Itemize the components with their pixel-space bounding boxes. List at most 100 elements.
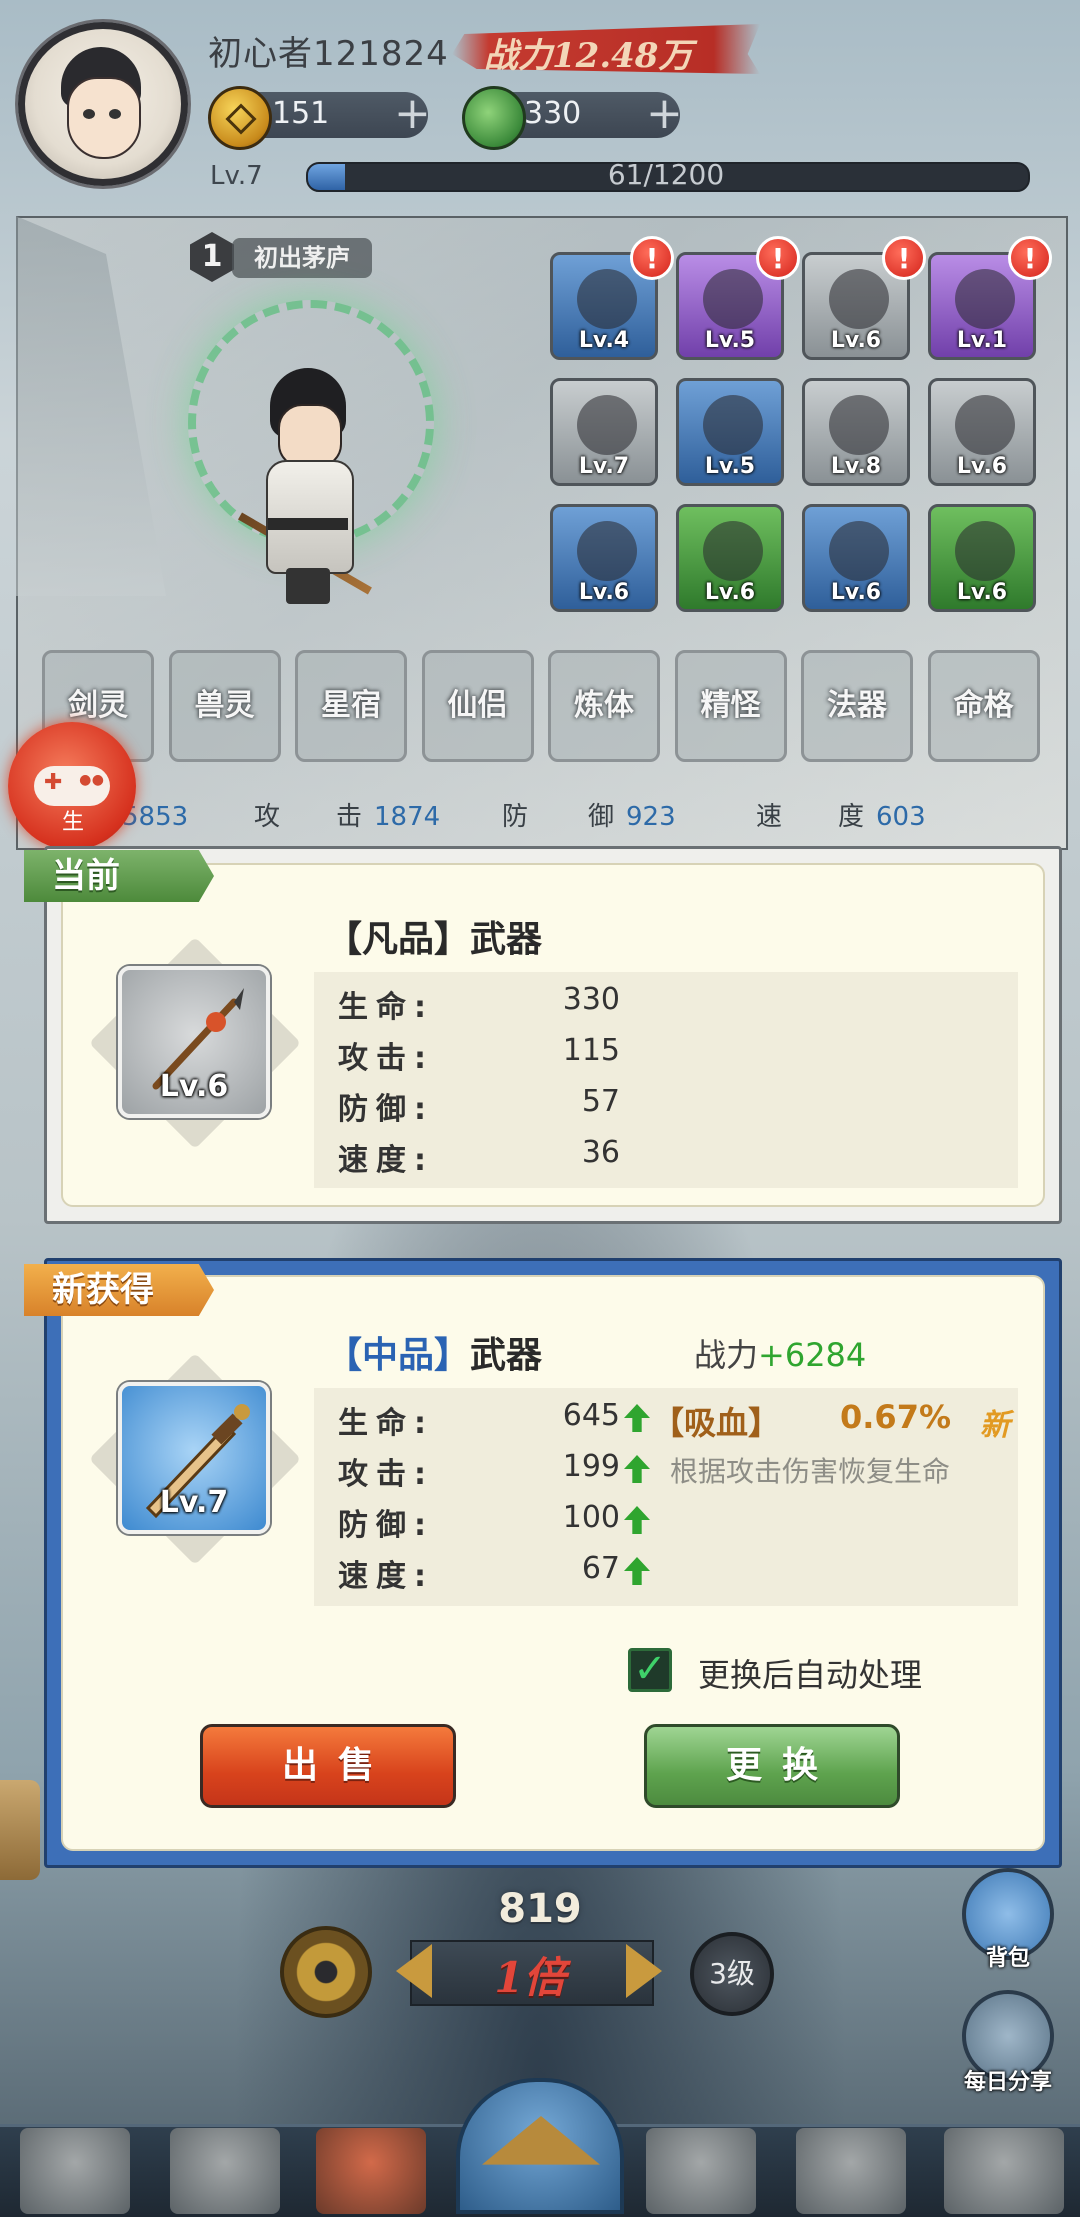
stat-value: 100	[562, 1500, 620, 1535]
equip-slot-level: Lv.6	[704, 580, 756, 605]
auto-process-label: 更换后自动处理	[698, 1656, 923, 1694]
swap-button[interactable]: 更换	[644, 1724, 900, 1808]
nav-temple-icon[interactable]	[170, 2128, 280, 2214]
share-label: 每日分享	[963, 2070, 1052, 2095]
current-item-slot[interactable]: Lv.6	[118, 966, 270, 1118]
add-coin-button[interactable]: +	[394, 92, 431, 136]
affix-value: 0.67%	[840, 1398, 952, 1436]
hero-stat: 攻	[254, 796, 292, 833]
new-item-level: Lv.7	[159, 1485, 229, 1520]
function-button[interactable]: 法器	[801, 650, 913, 762]
stat-label: 防御:	[338, 1508, 434, 1543]
equip-slot-level: Lv.6	[830, 580, 882, 605]
hero-stat-value: 923	[626, 802, 676, 832]
alert-badge: !	[882, 236, 926, 280]
function-button[interactable]: 兽灵	[168, 650, 281, 762]
auto-process-checkbox[interactable]: ✓	[628, 1648, 672, 1692]
tier-button[interactable]: 3级	[690, 1932, 774, 2016]
belt-icon	[577, 521, 637, 581]
current-tag: 当前	[24, 850, 214, 902]
speed-multiplier: 1倍	[494, 1953, 566, 2002]
add-jade-button[interactable]: +	[646, 92, 683, 136]
jade-value: 330	[524, 96, 582, 131]
nav-weapon-icon[interactable]	[316, 2128, 426, 2214]
necklace-icon	[703, 395, 763, 455]
talisman-icon	[955, 269, 1015, 329]
player-avatar[interactable]	[18, 22, 188, 186]
player-level: Lv.7	[210, 161, 263, 191]
hero-stat-label: 度	[838, 802, 865, 832]
hero-stat-label: 攻	[254, 802, 281, 832]
left-side-tab[interactable]	[0, 1780, 40, 1880]
equip-slot[interactable]: Lv.7	[550, 378, 658, 486]
equip-slot-level: Lv.6	[956, 580, 1008, 605]
equip-slot[interactable]: Lv.6	[802, 504, 910, 612]
stat-value: 115	[562, 1033, 620, 1068]
alert-badge: !	[630, 236, 674, 280]
equip-slot[interactable]: Lv.6	[676, 504, 784, 612]
coin-icon	[208, 86, 272, 150]
stat-value: 199	[562, 1449, 620, 1484]
current-item-level: Lv.6	[159, 1069, 229, 1104]
stage-name: 初出茅庐	[232, 238, 372, 278]
new-tag: 新获得	[24, 1264, 214, 1316]
equip-slot[interactable]: Lv.6	[928, 504, 1036, 612]
xp-text: 61/1200	[607, 158, 725, 191]
hero-stat-label: 防	[502, 802, 529, 832]
player-name: 初心者121824	[208, 34, 449, 74]
sell-button[interactable]: 出售	[200, 1724, 456, 1808]
settings-gear-icon[interactable]	[280, 1926, 372, 2018]
stat-value: 645	[562, 1398, 620, 1433]
affix-name: 【吸血】	[652, 1404, 781, 1442]
equip-slot-level: Lv.6	[578, 580, 630, 605]
robe-icon	[703, 269, 763, 329]
equip-slot[interactable]: Lv.6	[928, 378, 1036, 486]
hero-stat: 速	[756, 796, 794, 833]
function-button[interactable]: 精怪	[674, 650, 787, 762]
nav-cauldron-icon[interactable]	[646, 2128, 756, 2214]
spear-icon	[829, 269, 889, 329]
equip-slot[interactable]: Lv.8	[802, 378, 910, 486]
hero-character[interactable]	[238, 368, 378, 608]
function-button[interactable]: 星宿	[295, 650, 407, 762]
hero-stat: 御 923	[588, 796, 676, 833]
ring-icon	[829, 521, 889, 581]
hero-stat: 击 1874	[336, 796, 440, 833]
new-item-type: 武器	[470, 1335, 543, 1376]
coin-value: 151	[272, 96, 330, 131]
function-button[interactable]: 命格	[927, 650, 1040, 762]
equip-slot[interactable]: Lv.6	[550, 504, 658, 612]
jade-icon	[462, 86, 526, 150]
stat-label: 攻击:	[338, 1041, 434, 1076]
equip-slot[interactable]: Lv.5	[676, 378, 784, 486]
stat-label: 速度:	[338, 1143, 434, 1178]
stat-label: 防御:	[338, 1092, 434, 1127]
nav-pavilion-icon[interactable]	[796, 2128, 906, 2214]
battle-counter: 819	[498, 1886, 582, 1932]
stat-label: 生命:	[338, 990, 434, 1025]
equip-slot-level: Lv.7	[578, 454, 630, 479]
pants-icon	[703, 521, 763, 581]
hero-stat-label: 击	[336, 802, 363, 832]
equip-slot-level: Lv.6	[956, 454, 1008, 479]
function-button[interactable]: 仙侣	[421, 650, 534, 762]
boots-icon	[955, 521, 1015, 581]
hero-stat-value: 603	[876, 802, 926, 832]
new-item-quality: 【中品】	[326, 1335, 471, 1376]
combat-delta-value: +6284	[758, 1336, 867, 1374]
nav-map-icon[interactable]	[20, 2128, 130, 2214]
shoulder-icon	[577, 395, 637, 455]
combat-power: 战力12.48万	[484, 36, 693, 76]
new-item-slot[interactable]: Lv.7	[118, 1382, 270, 1534]
affix-description: 根据攻击伤害恢复生命	[670, 1455, 951, 1488]
helmet-icon	[577, 269, 637, 329]
alert-badge: !	[756, 236, 800, 280]
function-button[interactable]: 炼体	[548, 650, 660, 762]
combat-delta-label: 战力	[694, 1336, 759, 1374]
nav-fish-icon[interactable]	[944, 2128, 1064, 2214]
affix-new-mark: 新	[980, 1408, 1010, 1443]
hero-stat-label: 速	[756, 802, 783, 832]
stat-value: 57	[581, 1084, 620, 1119]
new-item-title: 【中品】武器	[326, 1326, 542, 1378]
equip-slot-level: Lv.1	[956, 328, 1008, 353]
